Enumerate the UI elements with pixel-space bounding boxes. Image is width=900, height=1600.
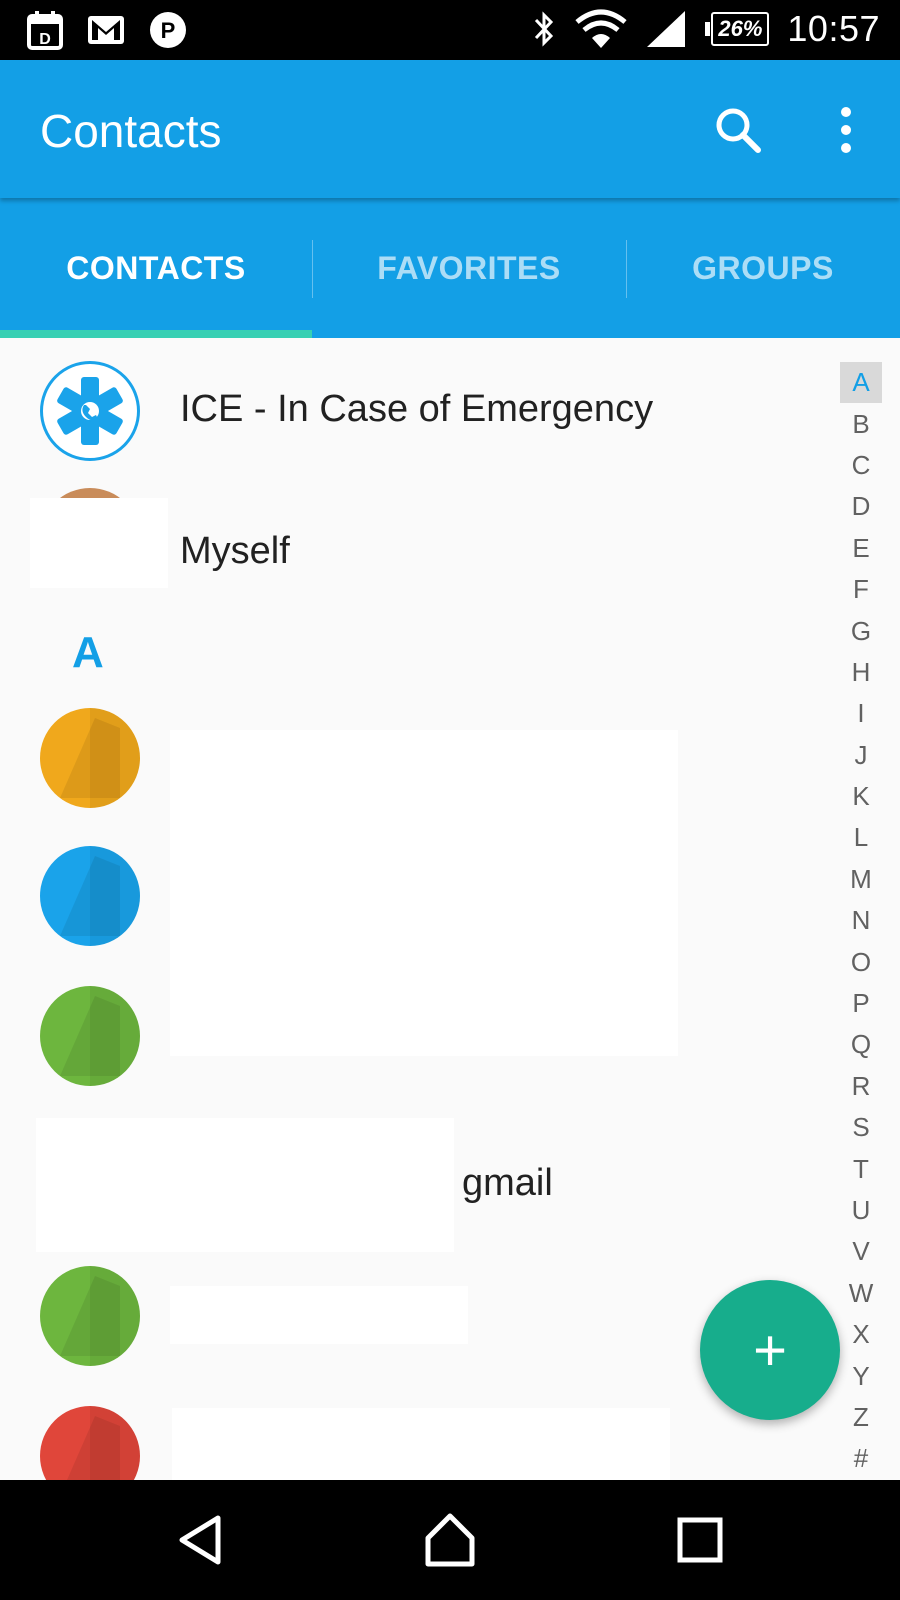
list-item[interactable] xyxy=(0,1266,800,1386)
avatar-placeholder xyxy=(40,986,140,1086)
tab-bar: CONTACTS FAVORITES GROUPS xyxy=(0,198,900,338)
index-letter[interactable]: Z xyxy=(840,1397,882,1438)
index-letter[interactable]: P xyxy=(840,983,882,1024)
index-letter[interactable]: I xyxy=(840,693,882,734)
avatar-placeholder xyxy=(40,708,140,808)
recents-icon[interactable] xyxy=(670,1510,730,1570)
redacted-avatar xyxy=(30,498,168,588)
index-letter[interactable]: W xyxy=(840,1273,882,1314)
index-letter[interactable]: N xyxy=(840,900,882,941)
wifi-icon xyxy=(575,9,627,48)
svg-text:D: D xyxy=(39,31,51,48)
gmail-icon xyxy=(88,16,124,44)
back-icon[interactable] xyxy=(172,1510,232,1570)
index-letter[interactable]: E xyxy=(840,528,882,569)
index-letter[interactable]: G xyxy=(840,610,882,651)
index-letter[interactable]: L xyxy=(840,817,882,858)
status-bar: D P 26% 10:57 xyxy=(0,0,900,60)
navigation-bar xyxy=(0,1480,900,1600)
index-letter[interactable]: A xyxy=(840,362,882,404)
more-vert-icon[interactable] xyxy=(820,104,872,156)
index-letter[interactable]: X xyxy=(840,1314,882,1355)
index-letter[interactable]: T xyxy=(840,1148,882,1189)
alphabet-index[interactable]: A B C D E F G H I J K L M N O P Q R S T U V W X Y Z # xyxy=(840,362,882,1480)
svg-text:P: P xyxy=(161,18,176,43)
contact-name: Myself xyxy=(180,530,290,572)
list-item[interactable] xyxy=(0,1406,800,1480)
index-letter[interactable]: M xyxy=(840,859,882,900)
index-letter[interactable]: C xyxy=(840,445,882,486)
index-letter[interactable]: D xyxy=(840,486,882,527)
avatar-placeholder xyxy=(40,1266,140,1366)
index-letter[interactable]: R xyxy=(840,1066,882,1107)
redacted-name xyxy=(172,1408,670,1480)
index-letter[interactable]: S xyxy=(840,1107,882,1148)
index-letter[interactable]: O xyxy=(840,941,882,982)
index-letter[interactable]: B xyxy=(840,403,882,444)
redacted-avatar xyxy=(36,1118,454,1252)
parking-icon: P xyxy=(150,12,186,48)
app-bar: Contacts xyxy=(0,60,900,198)
index-letter[interactable]: # xyxy=(840,1438,882,1479)
list-item-ice[interactable]: ICE - In Case of Emergency xyxy=(0,346,800,476)
redacted-names xyxy=(170,730,678,1056)
avatar-placeholder xyxy=(40,1406,140,1480)
calendar-icon: D xyxy=(27,11,63,50)
tab-indicator xyxy=(0,330,312,338)
index-letter[interactable]: H xyxy=(840,652,882,693)
index-letter[interactable]: J xyxy=(840,735,882,776)
index-letter[interactable]: K xyxy=(840,776,882,817)
contact-name: gmail xyxy=(462,1162,553,1204)
ice-star-of-life-icon xyxy=(40,361,140,461)
tab-contacts[interactable]: CONTACTS xyxy=(0,198,312,338)
battery-percent: 26% xyxy=(711,12,770,46)
index-letter[interactable]: Y xyxy=(840,1355,882,1396)
index-letter[interactable]: V xyxy=(840,1231,882,1272)
index-letter[interactable]: U xyxy=(840,1190,882,1231)
clock: 10:57 xyxy=(787,8,880,49)
home-icon[interactable] xyxy=(420,1510,480,1570)
avatar-placeholder xyxy=(40,846,140,946)
add-contact-button[interactable]: + xyxy=(700,1280,840,1420)
page-title: Contacts xyxy=(40,105,222,157)
search-icon[interactable] xyxy=(712,104,764,156)
redacted-name xyxy=(170,1286,468,1344)
section-header: A xyxy=(72,628,104,677)
list-item[interactable]: gmail xyxy=(0,1118,800,1254)
bluetooth-icon xyxy=(535,11,554,47)
signal-icon xyxy=(647,11,686,47)
battery-indicator: 26% xyxy=(705,12,770,46)
index-letter[interactable]: F xyxy=(840,569,882,610)
contact-name: ICE - In Case of Emergency xyxy=(180,388,654,430)
list-item-myself[interactable]: Myself xyxy=(0,488,800,608)
index-letter[interactable]: Q xyxy=(840,1024,882,1065)
tab-favorites[interactable]: FAVORITES xyxy=(312,198,626,338)
tab-groups[interactable]: GROUPS xyxy=(626,198,900,338)
